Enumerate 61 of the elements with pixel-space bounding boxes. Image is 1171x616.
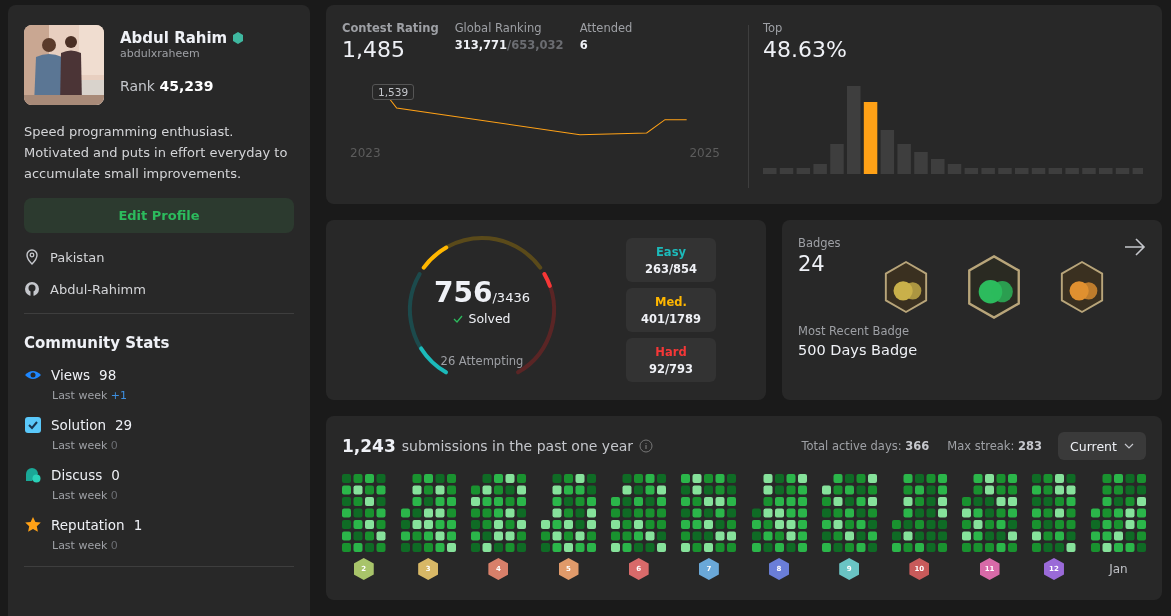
location-text: Pakistan xyxy=(50,249,105,265)
difficulty-count: 401/1789 xyxy=(640,311,702,326)
github-icon xyxy=(24,281,40,297)
badge-icon xyxy=(882,260,930,314)
difficulty-count: 92/793 xyxy=(648,361,694,376)
arrow-right-icon[interactable] xyxy=(1124,238,1146,256)
github-link[interactable]: Abdul-Rahimm xyxy=(50,281,146,297)
attempting-text: 26 Attempting xyxy=(440,354,524,368)
max-streak-text: Max streak: 283 xyxy=(947,439,1042,453)
stat-label: Most Recent Badge xyxy=(798,324,911,338)
solved-count: 756/3436 xyxy=(434,276,530,309)
stat-label: Top xyxy=(763,21,784,35)
rank-text: Rank 45,239 xyxy=(120,78,215,94)
user-name: Abdul Rahim xyxy=(120,29,228,47)
stat-value: 0 xyxy=(111,467,120,483)
stat-value: 1 xyxy=(133,517,143,533)
global-ranking: 313,771/653,032 xyxy=(454,38,564,52)
solved-label: Solved xyxy=(468,311,511,326)
stat-change: Last week 0 xyxy=(52,439,119,452)
section-title: Badges xyxy=(798,236,841,250)
attended-count: 6 xyxy=(579,38,589,52)
histogram-bar xyxy=(863,102,878,174)
hexagon-icon xyxy=(232,32,245,44)
submission-count: 1,243 xyxy=(342,436,396,456)
stat-label: Solution xyxy=(51,417,106,433)
recent-badge-name: 500 Days Badge xyxy=(798,342,919,358)
chevron-down-icon xyxy=(1124,443,1134,449)
stat-label: Attended xyxy=(579,21,633,35)
month-label: Jan xyxy=(1109,561,1128,578)
stat-value: 29 xyxy=(115,417,133,433)
badge-count: 24 xyxy=(798,252,826,276)
checkbox-icon xyxy=(24,416,42,434)
star-icon xyxy=(24,516,42,534)
difficulty-label: Med. xyxy=(655,294,687,309)
info-icon[interactable] xyxy=(639,439,654,453)
difficulty-count: 263/854 xyxy=(644,261,698,276)
stat-value: 98 xyxy=(99,367,117,383)
section-title: Community Stats xyxy=(24,334,171,352)
top-percent: 48.63% xyxy=(763,37,848,62)
badge-icon xyxy=(1058,260,1106,314)
stat-label: Views xyxy=(51,367,91,383)
active-days-text: Total active days: 366 xyxy=(801,439,930,453)
bio-text: Speed programming enthusiast. Motivated and puts in effort everyday to accumulate small improvements. xyxy=(24,123,289,183)
location-pin-icon xyxy=(24,249,40,265)
period-dropdown[interactable]: Current xyxy=(1058,432,1146,460)
difficulty-label: Easy xyxy=(656,244,686,259)
stat-change: Last week +1 xyxy=(52,389,129,402)
contest-rating: 1,485 xyxy=(342,37,406,62)
submission-text: submissions in the past one year xyxy=(401,438,634,454)
stat-change: Last week 0 xyxy=(52,489,119,502)
chart-tooltip: 1,539 xyxy=(372,84,415,100)
chat-bubbles-icon xyxy=(24,466,42,484)
stat-label: Global Ranking xyxy=(454,21,543,35)
stat-label: Contest Rating xyxy=(342,21,439,35)
stat-label: Discuss xyxy=(51,467,103,483)
edit-profile-button[interactable]: Edit Profile xyxy=(24,198,294,233)
username: abdulxraheem xyxy=(120,47,201,60)
difficulty-label: Hard xyxy=(655,344,687,359)
stat-label: Reputation xyxy=(51,517,125,533)
check-icon xyxy=(453,313,464,324)
stat-change: Last week 0 xyxy=(52,539,119,552)
